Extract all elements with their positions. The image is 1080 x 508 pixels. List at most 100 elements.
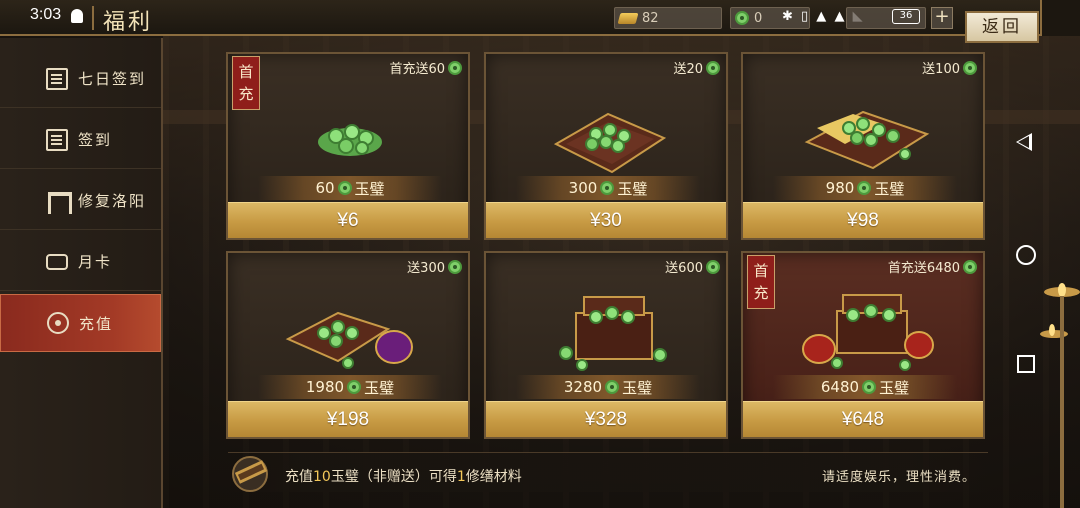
recharge-package-card[interactable]: 送600 3280 玉璧 ¥328 [484, 251, 728, 439]
nav-recent-apps-icon[interactable] [1017, 355, 1035, 373]
info-middle: 玉璧（非赠送）可得 [330, 469, 457, 485]
tv-icon [46, 253, 68, 270]
bonus-text: 首充送6480 [887, 261, 960, 276]
bonus-text: 送300 [407, 261, 445, 276]
jade-coins-box-bag-image [285, 311, 413, 369]
bonus-label: 首充送6480 [888, 257, 977, 276]
price-button[interactable]: ¥198 [228, 401, 468, 437]
gate-icon [46, 190, 72, 214]
recharge-info-text: 充值10玉璧（非赠送）可得1修缮材料 [285, 466, 522, 486]
recharge-package-card[interactable]: 送20 300 玉璧 ¥30 [484, 52, 728, 240]
amount-value: 980 [825, 179, 855, 197]
jade-icon [448, 259, 462, 274]
jade-icon [706, 259, 720, 274]
jade-amount: 980 玉璧 [773, 176, 957, 200]
info-count2: 1 [456, 469, 466, 485]
jade-coins-treasure-image [802, 294, 934, 371]
top-bar: 3:03 福利 82 0 ✱ ▯ ▲ ▲ ◣ 36 + [0, 0, 1080, 36]
amount-value: 60 [315, 179, 335, 197]
recharge-plus-button[interactable]: + [931, 7, 953, 29]
first-recharge-tag: 首充 [232, 56, 260, 110]
price-button[interactable]: ¥648 [743, 401, 983, 437]
jade-coins-pile-image [318, 124, 382, 156]
amount-unit: 玉璧 [879, 378, 910, 397]
sidebar-item-recharge[interactable]: 充值 [0, 294, 161, 352]
jade-icon [706, 60, 720, 75]
coin-icon [47, 312, 69, 334]
bonus-label: 送300 [407, 257, 462, 276]
jade-amount: 1980 玉璧 [258, 375, 442, 399]
info-count: 10 [313, 469, 331, 485]
nav-home-icon[interactable] [1016, 245, 1036, 265]
price-button[interactable]: ¥30 [486, 202, 726, 238]
amount-value: 6480 [820, 378, 860, 396]
sidebar-item-seven-day-signin[interactable]: 七日签到 [0, 50, 161, 108]
scroll-materials-icon [232, 456, 268, 492]
sidebar-item-label: 充值 [79, 314, 114, 333]
amount-unit: 玉璧 [364, 378, 395, 397]
jade-amount: 3280 玉璧 [516, 375, 700, 399]
jade-icon [963, 60, 977, 75]
amount-value: 300 [568, 179, 598, 197]
jade-icon [735, 11, 749, 25]
amount-value: 3280 [563, 378, 603, 396]
bonus-text: 送100 [922, 62, 960, 77]
health-notice: 请适度娱乐，理性消费。 [822, 470, 977, 485]
title-divider [92, 6, 94, 30]
calendar-icon [46, 67, 68, 90]
jade-value: 0 [754, 10, 763, 26]
jade-icon [862, 380, 877, 394]
price-button[interactable]: ¥98 [743, 202, 983, 238]
bonus-label: 送20 [673, 58, 720, 77]
bonus-text: 送20 [673, 62, 703, 77]
jade-coins-tray-image [553, 112, 667, 174]
info-prefix: 充值 [285, 469, 313, 485]
corner-ornament [1040, 0, 1080, 36]
price-button[interactable]: ¥6 [228, 202, 468, 238]
jade-icon [448, 60, 462, 75]
oil-lamp-decoration [1040, 283, 1080, 508]
amount-unit: 玉璧 [354, 179, 385, 198]
page-title: 福利 [103, 10, 154, 35]
jade-coins-cloth-tray-image [804, 110, 930, 170]
jade-icon [337, 181, 352, 195]
bonus-text: 送600 [665, 261, 703, 276]
sidebar-item-label: 月卡 [78, 253, 113, 271]
back-button[interactable]: 返回 [965, 11, 1039, 43]
recharge-package-card[interactable]: 首充 首充送6480 6480 玉璧 ¥648 [741, 251, 985, 439]
jade-icon [600, 181, 615, 195]
sidebar-item-signin[interactable]: 签到 [0, 111, 161, 169]
sidebar-item-label: 修复洛阳 [78, 192, 147, 210]
jade-icon [963, 259, 977, 274]
jade-amount: 60 玉璧 [258, 176, 442, 200]
recharge-package-card[interactable]: 送100 980 玉璧 ¥98 [741, 52, 985, 240]
recharge-package-card[interactable]: 首充 首充送60 60 玉璧 ¥6 [226, 52, 470, 240]
bonus-text: 首充送60 [389, 62, 445, 77]
bonus-label: 首充送60 [389, 58, 462, 77]
amount-unit: 玉璧 [874, 179, 905, 198]
info-suffix: 修缮材料 [465, 469, 522, 485]
price-button[interactable]: ¥328 [486, 401, 726, 437]
sidebar-item-label: 签到 [78, 131, 113, 149]
sidebar-item-monthly-card[interactable]: 月卡 [0, 233, 161, 291]
gold-ingot-icon [617, 12, 639, 24]
battery-icon: 36 [892, 9, 920, 24]
sidebar-item-label: 七日签到 [78, 70, 147, 88]
sidebar-item-repair-luoyang[interactable]: 修复洛阳 [0, 172, 161, 230]
bonus-label: 送600 [665, 257, 720, 276]
jade-coins-chest-image [559, 296, 667, 371]
amount-value: 1980 [305, 378, 345, 396]
jade-icon [347, 380, 362, 394]
calendar-icon [46, 128, 68, 151]
sidebar: 七日签到 签到 修复洛阳 月卡 充值 [0, 38, 163, 508]
recharge-package-card[interactable]: 送300 1980 玉璧 ¥198 [226, 251, 470, 439]
gold-balance: 82 [614, 7, 722, 29]
gold-value: 82 [642, 10, 659, 26]
nav-back-icon[interactable] [1016, 133, 1032, 151]
jade-icon [857, 181, 872, 195]
amount-unit: 玉璧 [622, 378, 653, 397]
first-recharge-tag: 首充 [747, 255, 775, 309]
status-time: 3:03 [30, 6, 62, 23]
bonus-label: 送100 [922, 58, 977, 77]
amount-unit: 玉璧 [617, 179, 648, 198]
